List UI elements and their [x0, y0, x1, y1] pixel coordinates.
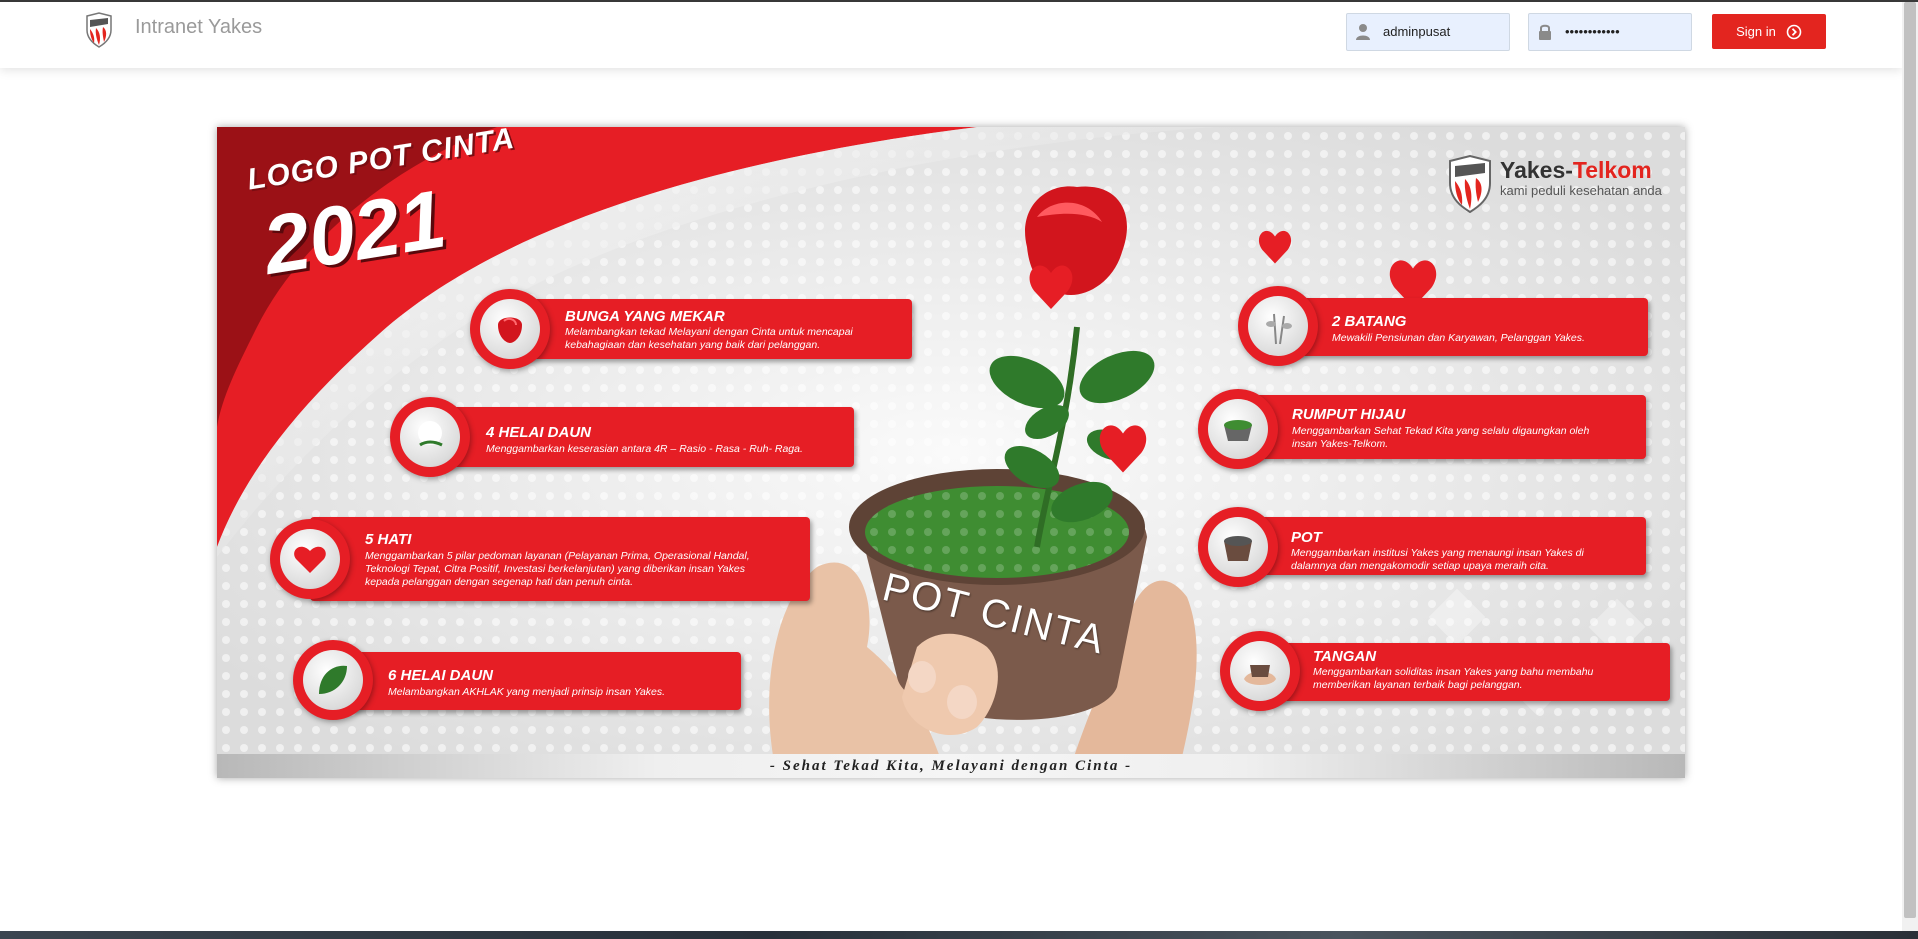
- item-title: 5 HATI: [365, 531, 412, 548]
- item-title: 2 BATANG: [1332, 313, 1407, 330]
- brand-name: Yakes-Telkom: [1500, 157, 1652, 184]
- item-desc: Mewakili Pensiunan dan Karyawan, Pelangg…: [1332, 332, 1585, 344]
- item-desc: Menggambarkan institusi Yakes yang menau…: [1291, 547, 1584, 572]
- username-field[interactable]: [1346, 13, 1510, 51]
- yakes-shield-logo: [86, 12, 112, 48]
- leaves-icon: [418, 421, 443, 447]
- password-input[interactable]: [1565, 14, 1685, 48]
- item-desc: Melambangkan AKHLAK yang menjadi prinsip…: [388, 686, 666, 698]
- item-title: 6 HELAI DAUN: [388, 667, 494, 684]
- item-desc: Menggambarkan soliditas insan Yakes yang…: [1313, 666, 1594, 691]
- taskbar-strip: [0, 931, 1918, 939]
- brand-tagline: kami peduli kesehatan anda: [1500, 183, 1662, 198]
- item-desc: Menggambarkan keserasian antara 4R – Ras…: [486, 443, 803, 455]
- leaf-icon: [319, 665, 347, 694]
- arrow-circle-right-icon: [1786, 24, 1802, 39]
- item-title: BUNGA YANG MEKAR: [565, 308, 725, 325]
- username-input[interactable]: [1383, 14, 1503, 48]
- stems-icon: [1266, 313, 1292, 345]
- pot-icon: [1224, 536, 1252, 561]
- brand-name-part-1: Yakes-: [1500, 157, 1573, 183]
- lock-icon: [1539, 24, 1551, 40]
- banner-tagline: - Sehat Tekad Kita, Melayani dengan Cint…: [217, 754, 1685, 778]
- pot-cinta-banner: LOGO POT CINTA 2021 Yakes-Telkom kami pe…: [217, 127, 1685, 778]
- yakes-telkom-logo: [1449, 155, 1491, 213]
- password-field[interactable]: [1528, 13, 1692, 51]
- item-desc: Menggambarkan Sehat Tekad Kita yang sela…: [1292, 425, 1590, 450]
- heart-icon: [294, 546, 326, 573]
- grass-icon: [1224, 420, 1252, 441]
- item-title: TANGAN: [1313, 648, 1377, 665]
- item-title: POT: [1291, 529, 1322, 546]
- app-title: Intranet Yakes: [135, 16, 263, 38]
- scrollbar-thumb[interactable]: [1904, 2, 1916, 918]
- hands-icon: [1244, 665, 1276, 685]
- sign-in-button[interactable]: Sign in: [1712, 14, 1826, 49]
- item-title: 4 HELAI DAUN: [486, 424, 592, 441]
- rose-icon: [498, 317, 522, 343]
- brand-name-part-2: Telkom: [1572, 157, 1652, 183]
- item-desc: Melambangkan tekad Melayani dengan Cinta…: [565, 326, 853, 351]
- item-title: RUMPUT HIJAU: [1292, 406, 1406, 423]
- sign-in-label: Sign in: [1736, 24, 1776, 39]
- navbar: Intranet Yakes Sign in: [0, 2, 1902, 68]
- user-icon: [1356, 24, 1370, 40]
- item-desc: Menggambarkan 5 pilar pedoman layanan (P…: [365, 550, 750, 588]
